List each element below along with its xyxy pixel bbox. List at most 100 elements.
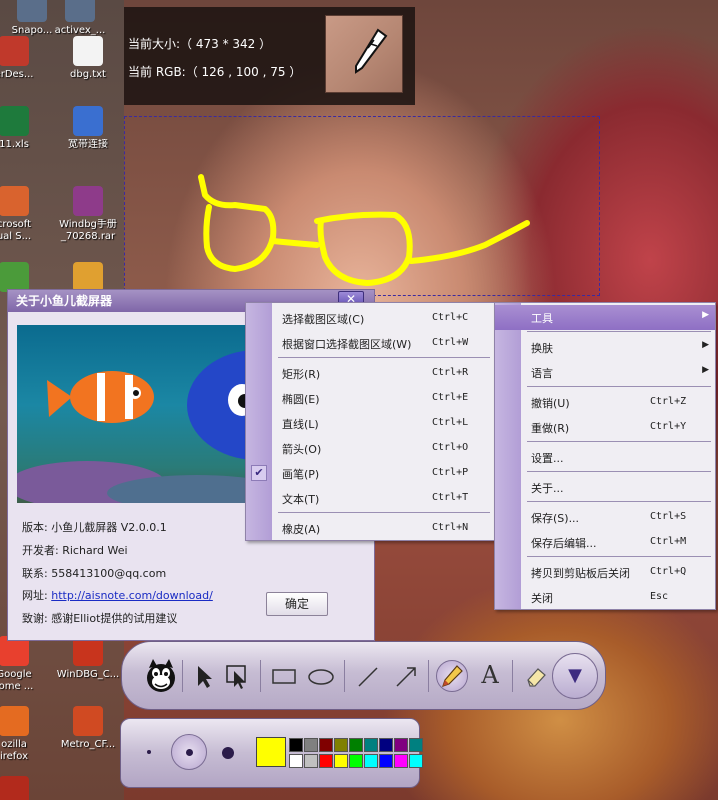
desktop-icon-d1[interactable]: erDes... [0, 36, 46, 81]
menu-item-label: 根据窗口选择截图区域(W) [282, 338, 412, 351]
brush-size-small[interactable] [147, 750, 151, 754]
main-menu-item[interactable]: 重做(R) Ctrl+Y [495, 415, 715, 440]
color-swatch[interactable] [394, 754, 408, 768]
about-website-link[interactable]: http://aisnote.com/download/ [51, 589, 213, 602]
menu-item-shortcut: Ctrl+T [432, 492, 469, 503]
color-swatch[interactable] [319, 738, 333, 752]
capture-selection-region[interactable] [124, 116, 600, 296]
desktop-icon-d3[interactable]: 11.xls [0, 106, 46, 151]
rectangle-icon[interactable] [268, 660, 300, 692]
main-menu-item[interactable]: 保存(S)... Ctrl+S [495, 505, 715, 530]
menu-item-shortcut: Ctrl+P [432, 467, 469, 478]
capture-rgb-text: 当前 RGB:（ 126 , 100 , 75 ） [128, 65, 302, 79]
eraser-icon[interactable] [520, 660, 552, 692]
desktop-icon-d2[interactable]: dbg.txt [56, 36, 120, 81]
excel-file-icon [0, 106, 29, 136]
pen-icon[interactable] [436, 660, 468, 692]
color-swatch[interactable] [409, 738, 423, 752]
tools-menu-item[interactable]: 箭头(O) Ctrl+O [246, 436, 494, 461]
tools-menu-item[interactable]: 椭圆(E) Ctrl+E [246, 386, 494, 411]
desktop-icon-d6[interactable]: Windbg手册 _70268.rar [56, 186, 120, 243]
desktop-icon-label: WinDBG_C... [56, 669, 120, 680]
about-contact-label: 联系: [22, 567, 48, 580]
main-menu-item[interactable]: 保存后编辑... Ctrl+M [495, 530, 715, 555]
capture-info-panel: 当前大小:（ 473 * 342 ） 当前 RGB:（ 126 , 100 , … [124, 7, 415, 105]
menu-item-shortcut: Ctrl+Z [650, 396, 687, 407]
menu-item-label: 撤销(U) [531, 397, 570, 410]
color-swatch[interactable] [289, 738, 303, 752]
menu-item-label: 换肤 [531, 342, 553, 355]
main-menu-item[interactable]: 换肤 ▶ [495, 335, 715, 360]
color-swatch[interactable] [334, 754, 348, 768]
select-window-icon[interactable] [221, 660, 253, 692]
desktop-icon-d5[interactable]: crosoft ual S... [0, 186, 46, 243]
color-swatch[interactable] [334, 738, 348, 752]
desktop-icon-d10[interactable]: WinDBG_C... [56, 636, 120, 681]
tools-menu-item[interactable]: 文本(T) Ctrl+T [246, 486, 494, 511]
color-swatch[interactable] [379, 754, 393, 768]
color-swatch[interactable] [394, 738, 408, 752]
menu-separator [527, 556, 711, 557]
main-menu-item[interactable]: 关于... [495, 475, 715, 500]
more-dropdown-icon[interactable]: ▼ [552, 653, 598, 699]
color-swatch[interactable] [379, 738, 393, 752]
text-file-icon [73, 36, 103, 66]
color-swatch[interactable] [349, 738, 363, 752]
ellipse-icon[interactable] [305, 660, 337, 692]
desktop-icon-label: Google rome ... [0, 669, 34, 692]
about-thanks-label: 致谢: [22, 612, 48, 625]
about-ok-button[interactable]: 确定 [266, 592, 328, 616]
arrow-icon[interactable] [390, 660, 422, 692]
main-menu-item[interactable]: 关闭 Esc [495, 585, 715, 610]
color-swatch[interactable] [349, 754, 363, 768]
color-swatch[interactable] [364, 738, 378, 752]
menu-item-shortcut: Ctrl+N [432, 522, 469, 533]
color-swatch[interactable] [364, 754, 378, 768]
capture-size-text: 当前大小:（ 473 * 342 ） [128, 37, 272, 51]
desktop-icon-label: dbg.txt [70, 69, 106, 80]
menu-item-label: 关闭 [531, 592, 553, 605]
desktop-icon-top-left-2[interactable]: activex_... [48, 0, 112, 37]
tools-menu-item[interactable]: ✔ 画笔(P) Ctrl+P [246, 461, 494, 486]
color-swatch[interactable] [289, 754, 303, 768]
menu-separator [278, 512, 490, 513]
desktop-icon-d11[interactable]: ozilla irefox [0, 706, 46, 763]
menu-item-label: 文本(T) [282, 493, 320, 506]
text-icon[interactable]: A [474, 660, 506, 692]
color-swatch[interactable] [304, 754, 318, 768]
main-menu-item[interactable]: 语言 ▶ [495, 360, 715, 385]
menu-item-label: 设置... [531, 452, 564, 465]
brush-size-large-selected[interactable] [171, 734, 207, 770]
powerpoint-file-icon [73, 706, 103, 736]
pen-cursor-icon [355, 28, 388, 74]
tools-menu-item[interactable]: 直线(L) Ctrl+L [246, 411, 494, 436]
submenu-arrow-icon: ▶ [702, 365, 709, 375]
desktop-icon-d12[interactable]: Metro_CF... [56, 706, 120, 751]
desktop-icon-d9[interactable]: Google rome ... [0, 636, 46, 693]
checkmark-icon: ✔ [251, 465, 267, 481]
rar-archive-icon [73, 186, 103, 216]
tools-menu-item[interactable]: 矩形(R) Ctrl+R [246, 361, 494, 386]
about-version-label: 版本: [22, 521, 48, 534]
main-menu-item[interactable]: 撤销(U) Ctrl+Z [495, 390, 715, 415]
tools-menu-item[interactable]: 根据窗口选择截图区域(W) Ctrl+W [246, 331, 494, 356]
main-menu-item[interactable]: 拷贝到剪贴板后关闭 Ctrl+Q [495, 560, 715, 585]
main-menu-item[interactable]: 工具 ▶ [495, 305, 715, 330]
toolbar-separator [512, 660, 513, 692]
color-swatch[interactable] [409, 754, 423, 768]
color-swatch[interactable] [319, 754, 333, 768]
menu-item-shortcut: Ctrl+L [432, 417, 469, 428]
color-swatch[interactable] [304, 738, 318, 752]
line-icon[interactable] [352, 660, 384, 692]
main-context-menu: 工具 ▶ 换肤 ▶ 语言 ▶ 撤销(U) Ctrl+Z 重做(R) Ctrl+Y 设置... 关于..… [494, 302, 716, 610]
felix-cat-logo-icon [139, 654, 183, 698]
brush-size-medium[interactable] [222, 747, 234, 759]
yellow-pen-drawing [198, 174, 530, 286]
desktop-icon-d4[interactable]: 宽带连接 [56, 106, 120, 151]
submenu-arrow-icon: ▶ [702, 340, 709, 350]
select-arrow-icon[interactable] [188, 660, 220, 692]
tools-menu-item[interactable]: 橡皮(A) Ctrl+N [246, 516, 494, 541]
main-menu-item[interactable]: 设置... [495, 445, 715, 470]
desktop-icon-d13[interactable]: PDF [0, 776, 46, 800]
tools-menu-item[interactable]: 选择截图区域(C) Ctrl+C [246, 306, 494, 331]
